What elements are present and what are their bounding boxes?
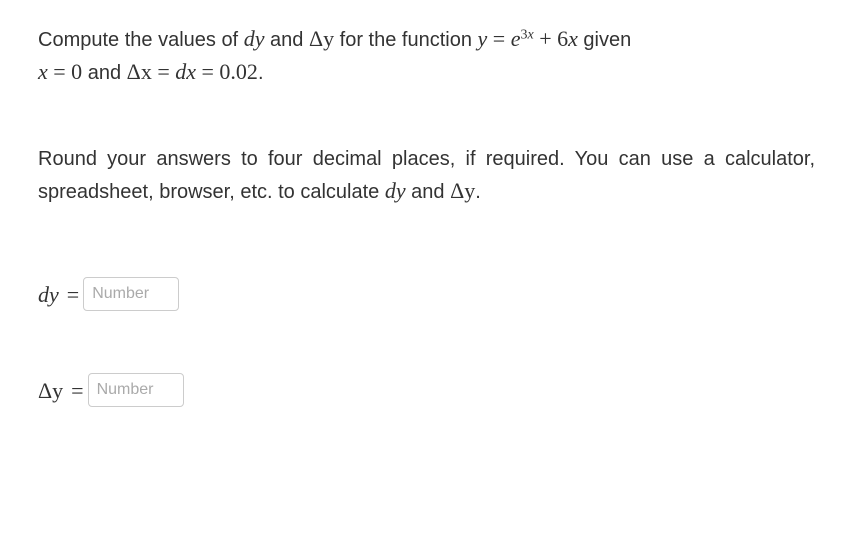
math-exponent: 3x xyxy=(520,27,533,42)
label-delta-y: Δy xyxy=(38,374,63,407)
math-eq-value: = 0.02 xyxy=(196,59,258,84)
math-equals: = xyxy=(152,59,175,84)
equals-sign: = xyxy=(67,278,79,311)
equals-sign: = xyxy=(71,374,83,407)
math-equals: = xyxy=(487,26,510,51)
problem-text: Compute the values of dy and Δy for the … xyxy=(38,22,815,88)
answer-row-dy: dy = xyxy=(38,277,815,311)
answer-row-delta-y: Δy = xyxy=(38,373,815,407)
math-y: y xyxy=(478,26,488,51)
math-dx: dx xyxy=(175,59,196,84)
math-delta-y: Δy xyxy=(450,178,475,203)
label-dy: dy xyxy=(38,278,59,311)
math-delta-y: Δy xyxy=(309,26,334,51)
text-segment: and xyxy=(82,62,126,84)
math-e: e xyxy=(511,26,521,51)
text-segment: Compute the values of xyxy=(38,29,244,51)
math-dy: dy xyxy=(385,178,406,203)
delta-y-input[interactable] xyxy=(88,373,184,407)
math-plus: + xyxy=(534,26,557,51)
instructions-text: Round your answers to four decimal place… xyxy=(38,144,815,207)
text-period: . xyxy=(258,62,264,84)
text-period: . xyxy=(475,181,481,203)
text-segment: and xyxy=(406,181,450,203)
math-eq-zero: = 0 xyxy=(48,59,82,84)
math-x: x xyxy=(568,26,578,51)
dy-input[interactable] xyxy=(83,277,179,311)
math-six: 6 xyxy=(557,26,568,51)
math-dy: dy xyxy=(244,26,265,51)
text-segment: given xyxy=(578,29,631,51)
answer-section: dy = Δy = xyxy=(38,277,815,407)
text-segment: and xyxy=(264,29,308,51)
math-delta-x: Δx xyxy=(127,59,152,84)
math-x: x xyxy=(38,59,48,84)
text-segment: for the function xyxy=(334,29,477,51)
